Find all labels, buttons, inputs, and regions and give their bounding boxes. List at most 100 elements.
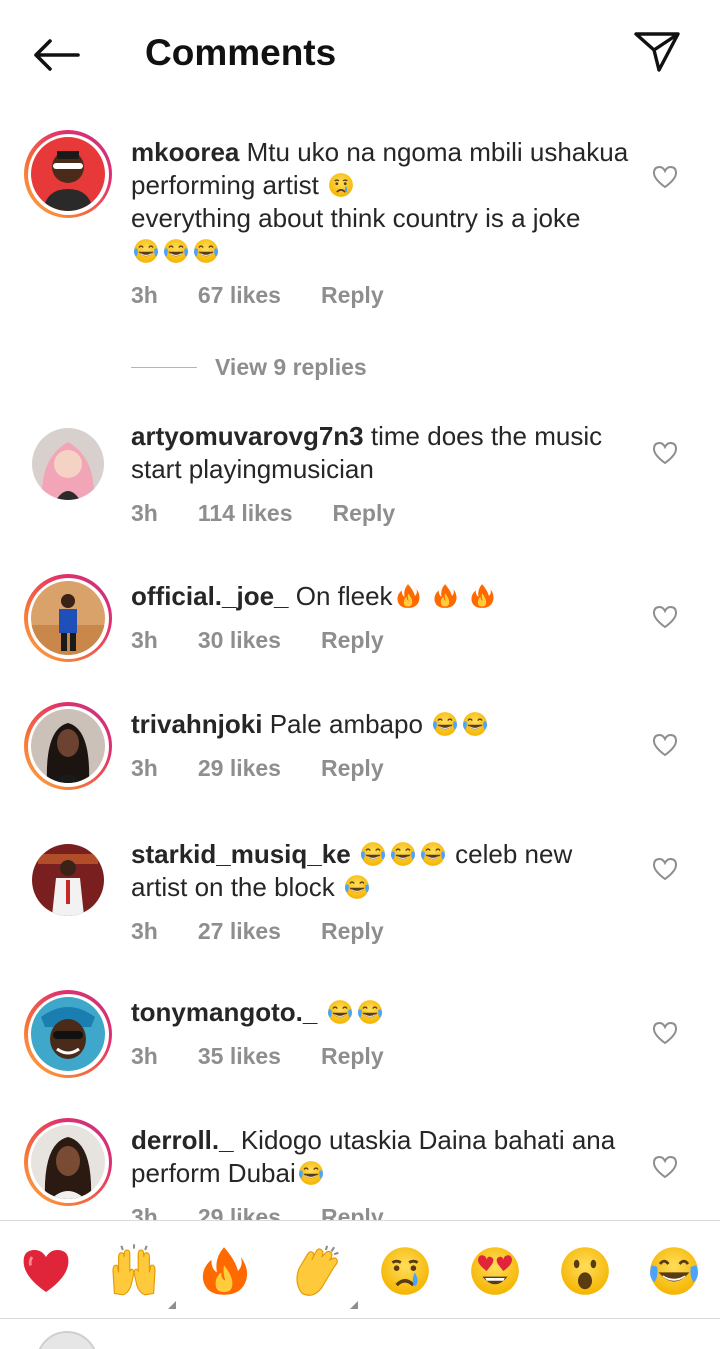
reply-button[interactable]: Reply [321, 1204, 384, 1220]
avatar [31, 137, 105, 211]
comment-meta: 3h 35 likes Reply [131, 1043, 631, 1070]
comment-likes[interactable]: 30 likes [198, 627, 281, 654]
crying-face-icon[interactable] [377, 1243, 433, 1299]
comment-item: derroll._ Kidogo utaskia Daina bahati an… [0, 1118, 720, 1220]
heart-outline-icon[interactable] [650, 1018, 680, 1048]
joy-icon [356, 998, 384, 1026]
joy-icon[interactable] [646, 1243, 702, 1299]
comment-time: 3h [131, 500, 158, 526]
avatar [32, 428, 104, 500]
avatar-wrap[interactable] [24, 836, 112, 924]
fire-icon[interactable] [196, 1243, 252, 1299]
comment-meta: 3h 30 likes Reply [131, 627, 631, 654]
comment-time: 3h [131, 1043, 158, 1069]
header: Comments [0, 0, 720, 108]
clapping-hands-icon[interactable] [288, 1243, 358, 1309]
comment-item: official._joe_ On fleek 3h 30 likes Repl… [0, 574, 720, 674]
comment-username[interactable]: trivahnjoki [131, 709, 262, 739]
reply-button[interactable]: Reply [321, 627, 384, 654]
comment-likes[interactable]: 29 likes [198, 1204, 281, 1220]
avatar-wrap[interactable] [24, 420, 112, 508]
joy-icon [192, 237, 220, 265]
comment-likes[interactable]: 27 likes [198, 918, 281, 945]
heart-outline-icon[interactable] [650, 1152, 680, 1182]
avatar[interactable] [36, 1331, 98, 1349]
heart-outline-icon[interactable] [650, 854, 680, 884]
heart-outline-icon[interactable] [650, 438, 680, 468]
comment-text: derroll._ Kidogo utaskia Daina bahati an… [131, 1124, 631, 1190]
comment-likes[interactable]: 67 likes [198, 282, 281, 309]
avatar [32, 844, 104, 916]
comment-username[interactable]: official._joe_ [131, 581, 289, 611]
comment-username[interactable]: artyomuvarovg7n3 [131, 421, 364, 451]
comment-item: tonymangoto._ 3h 35 likes Reply [0, 990, 720, 1090]
variant-indicator-icon [168, 1301, 176, 1309]
heart-outline-icon[interactable] [650, 162, 680, 192]
comment-time: 3h [131, 282, 158, 308]
comment-item: artyomuvarovg7n3 time does the music sta… [0, 420, 720, 540]
comment-list[interactable]: mkoorea Mtu uko na ngoma mbili ushakua p… [0, 108, 720, 1220]
comment-meta: 3h 29 likes Reply [131, 1204, 631, 1220]
avatar-story-ring[interactable] [24, 702, 112, 790]
view-replies-button[interactable]: View 9 replies [131, 354, 367, 381]
avatar-story-ring[interactable] [24, 574, 112, 662]
joy-icon [431, 710, 459, 738]
comment-item: mkoorea Mtu uko na ngoma mbili ushakua p… [0, 128, 720, 381]
open-mouth-face-icon[interactable] [557, 1243, 613, 1299]
comment-likes[interactable]: 35 likes [198, 1043, 281, 1070]
comment-text-part: Pale ambapo [269, 709, 423, 739]
view-replies-label: View 9 replies [215, 354, 367, 380]
comment-body: starkid_musiq_ke celeb new artist on the… [131, 838, 631, 945]
send-direct-icon[interactable] [628, 26, 686, 78]
comment-text-part: On fleek [295, 581, 393, 611]
comment-text-part: everything about think country is a joke [131, 203, 581, 233]
divider [131, 367, 197, 368]
comment-body: official._joe_ On fleek 3h 30 likes Repl… [131, 580, 631, 654]
avatar-story-ring[interactable] [24, 1118, 112, 1206]
reply-button[interactable]: Reply [321, 1043, 384, 1070]
comment-username[interactable]: tonymangoto._ [131, 997, 317, 1027]
comment-meta: 3h 67 likes Reply [131, 282, 631, 309]
comment-time: 3h [131, 1204, 158, 1220]
comment-likes[interactable]: 114 likes [198, 500, 293, 527]
red-heart-icon[interactable] [18, 1243, 74, 1299]
comment-meta: 3h 27 likes Reply [131, 918, 631, 945]
comment-body: derroll._ Kidogo utaskia Daina bahati an… [131, 1124, 631, 1220]
avatar [31, 997, 105, 1071]
comment-likes[interactable]: 29 likes [198, 755, 281, 782]
avatar-story-ring[interactable] [24, 130, 112, 218]
comment-username[interactable]: derroll._ [131, 1125, 234, 1155]
comment-meta: 3h 29 likes Reply [131, 755, 631, 782]
comment-body: trivahnjoki Pale ambapo 3h 29 likes Repl… [131, 708, 631, 782]
joy-icon [461, 710, 489, 738]
page-title: Comments [145, 32, 337, 73]
comment-meta: 3h 114 likes Reply [131, 500, 631, 527]
joy-icon [389, 840, 417, 868]
heart-outline-icon[interactable] [650, 602, 680, 632]
joy-icon [162, 237, 190, 265]
joy-icon [343, 873, 371, 901]
comment-item: starkid_musiq_ke celeb new artist on the… [0, 836, 720, 966]
reply-button[interactable]: Reply [321, 918, 384, 945]
raising-hands-icon[interactable] [106, 1243, 176, 1309]
comment-composer [0, 1318, 720, 1349]
comment-time: 3h [131, 918, 158, 944]
comment-time: 3h [131, 755, 158, 781]
comment-body: tonymangoto._ 3h 35 likes Reply [131, 996, 631, 1070]
reply-button[interactable]: Reply [321, 755, 384, 782]
comment-text: tonymangoto._ [131, 996, 631, 1029]
comment-username[interactable]: mkoorea [131, 137, 239, 167]
joy-icon [419, 840, 447, 868]
fire-icon [468, 582, 496, 610]
avatar-story-ring[interactable] [24, 990, 112, 1078]
comment-item: trivahnjoki Pale ambapo 3h 29 likes Repl… [0, 702, 720, 802]
reply-button[interactable]: Reply [321, 282, 384, 309]
reply-button[interactable]: Reply [333, 500, 396, 527]
comment-text: trivahnjoki Pale ambapo [131, 708, 631, 741]
quick-reaction-bar [0, 1220, 720, 1318]
avatar [31, 581, 105, 655]
heart-outline-icon[interactable] [650, 730, 680, 760]
heart-eyes-icon[interactable] [467, 1243, 523, 1299]
back-arrow-icon[interactable] [28, 30, 84, 80]
comment-username[interactable]: starkid_musiq_ke [131, 839, 351, 869]
